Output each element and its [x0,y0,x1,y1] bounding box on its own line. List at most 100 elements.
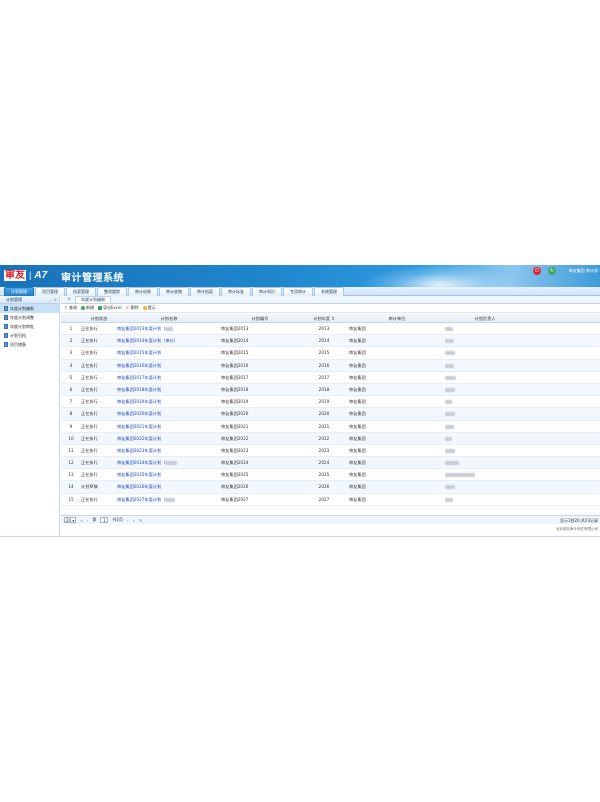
sidebar-item-0[interactable]: 年度计划编制 [0,304,59,313]
cell-plan-name: 审友集团2019年度计划 [117,396,221,407]
cell-index: 9 [61,421,81,432]
add-icon [81,306,85,310]
cell-plan-year-text: 2020 [318,411,330,417]
cell-plan-name-text[interactable]: 审友集团2027年度计划（ [117,497,165,502]
toolbar-button-0[interactable]: ⚲ 查询 [64,305,77,311]
menu-item-9[interactable]: 专项审计 [283,287,313,296]
sidebar-item-label: 年度计划编制 [10,305,34,311]
menu-item-6[interactable]: 审计档案 [190,287,220,296]
table-row[interactable]: 2 正在执行 审友集团2014年度计划（审计） 审友集团2014 2014 审友集团 [61,335,600,348]
cell-plan-year-text: 2025 [318,472,330,478]
last-page-button[interactable]: » [133,518,135,523]
column-header[interactable]: 审计单位 [349,314,445,322]
refresh-icon[interactable]: ↻ [139,518,142,523]
toolbar-button-2[interactable]: 导出Excel [98,305,122,311]
column-header[interactable]: 计划负责人 [445,314,525,322]
cell-plan-code-text: 审友集团2026 [221,484,249,490]
cell-plan-year-text: 2024 [318,460,330,466]
cell-plan-name-text[interactable]: 审友集团2025年度计划 [117,472,161,477]
cell-plan-name-text[interactable]: 审友集团2017年度计划 [117,375,161,380]
column-header[interactable]: 计划编号 [221,314,299,322]
cell-filler [525,335,600,346]
next-page-button[interactable]: › [127,518,129,523]
cell-plan-name: 审友集团2021年度计划 [117,421,221,432]
toolbar-button-1[interactable]: 新增 [81,305,94,311]
column-header[interactable]: 计划名称 [117,314,221,322]
cell-index: 8 [61,408,81,419]
cell-plan-year-text: 2016 [318,362,330,368]
table-row[interactable]: 10 正在执行 审友集团2022年度计划 审友集团2022 2022 审友集团 [61,432,600,445]
cell-plan-name-text[interactable]: 审友集团2015年度计划 [117,350,161,355]
menu-item-4[interactable]: 审计成果 [128,287,158,296]
first-page-button[interactable]: « [80,518,82,523]
sidebar-item-2[interactable]: 年度计划审批 [0,322,59,331]
cell-audit-unit-text: 审友集团 [349,338,366,344]
cell-plan-leader [445,335,525,346]
page-number-input[interactable]: 1 [100,517,109,523]
cell-plan-name-text[interactable]: 审友集团2021年度计划 [117,424,161,429]
table-row[interactable]: 4 正在执行 审友集团2016年度计划 审友集团2016 2016 审友集团 [61,359,600,372]
menu-item-0[interactable]: 计划管理 [4,287,34,296]
cell-index-text: 11 [68,447,74,453]
cell-plan-name-text[interactable]: 审友集团2013年度计划（ [117,326,165,331]
table-row[interactable]: 11 正在执行 审友集团2023年度计划 审友集团2023 2023 审友集团 [61,445,600,458]
cell-plan-name-text[interactable]: 审友集团2016年度计划 [117,363,161,368]
cell-audit-unit-text: 审友集团 [349,411,366,417]
refresh-icon[interactable]: ↻ [548,267,556,275]
table-row[interactable]: 1 正在执行 审友集团2013年度计划（ 审友集团2013 2013 审友集团 [61,323,600,336]
table-row[interactable]: 12 正在执行 审友集团2024年度计划（ 审友集团2024 2024 审友集团 [61,457,600,470]
cell-index-text: 2 [69,338,73,344]
table-row[interactable]: 6 正在执行 审友集团2018年度计划 审友集团2018 2018 审友集团 [61,383,600,397]
table-row[interactable]: 15 正在执行 审友集团2027年度计划（ 审友集团2027 2027 审友集团 [61,494,600,506]
toolbar-button-4[interactable]: 提示 [142,305,156,311]
page-size-select[interactable]: 20 ▾ [64,517,77,523]
cell-plan-name-text[interactable]: 审友集团2014年度计划（审计） [117,338,178,343]
power-icon[interactable]: ⏻ [533,267,541,275]
prev-page-button[interactable]: ‹ [87,518,89,523]
cell-plan-year: 2022 [299,433,349,444]
table-row[interactable]: 3 正在执行 审友集团2015年度计划 审友集团2015 2015 审友集团 [61,347,600,360]
cell-status: 正在执行 [81,384,117,395]
home-icon[interactable]: ⌂ [65,296,73,303]
column-header[interactable]: 计划状态 [81,314,117,322]
document-icon [4,306,8,311]
cell-plan-name-text[interactable]: 审友集团2023年度计划 [117,448,161,453]
sidebar-item-4[interactable]: 项目储备 [0,340,59,349]
redacted-text [445,375,456,380]
menu-item-8[interactable]: 审计知识 [252,287,282,296]
column-header[interactable]: 计划年度 ↕ [299,314,349,322]
cell-status: 正在执行 [81,469,117,480]
menu-item-2[interactable]: 档案管理 [66,287,96,296]
menu-item-1[interactable]: 项目管理 [35,287,65,296]
table-row[interactable]: 7 正在执行 审友集团2019年度计划 审友集团2019 2019 审友集团 [61,396,600,409]
cell-plan-year-text: 2022 [318,435,330,441]
table-row[interactable]: 8 正在执行 审友集团2020年度计划 审友集团2020 2020 审友集团 [61,408,600,421]
cell-plan-name-text[interactable]: 审友集团2019年度计划 [117,399,161,404]
cell-plan-leader [445,421,525,432]
tab-annual-plan[interactable]: 年度计划编制 [75,296,111,303]
menu-item-5[interactable]: 审计底稿 [159,287,189,296]
cell-plan-name-text[interactable]: 审友集团2024年度计划（ [117,460,165,465]
cell-plan-name-text[interactable]: 审友集团2026年度计划 [117,484,161,489]
cell-audit-unit-text: 审友集团 [349,484,366,490]
column-header-index [61,314,81,322]
menu-item-3[interactable]: 整改跟踪 [97,287,127,296]
menu-item-7[interactable]: 审计标准 [221,287,251,296]
sidebar-item-1[interactable]: 年度计划调整 [0,313,59,322]
sidebar-item-3[interactable]: 计划归档 [0,331,59,340]
table-row[interactable]: 5 正在执行 审友集团2017年度计划 审友集团2017 2017 审友集团 [61,372,600,384]
table-row[interactable]: 14 计划草稿 审友集团2026年度计划 审友集团2026 2026 审友集团 [61,481,600,494]
redacted-text [165,461,178,466]
menu-item-10[interactable]: 系统管理 [314,287,344,296]
toolbar-button-3[interactable]: ✕ 删除 [126,305,139,311]
cell-plan-name-text[interactable]: 审友集团2020年度计划 [117,411,161,416]
table-row[interactable]: 13 正在执行 审友集团2025年度计划 审友集团2025 2025 审友集团 [61,469,600,482]
cell-plan-name-text[interactable]: 审友集团2022年度计划 [117,436,161,441]
cell-status: 正在执行 [81,408,117,419]
cell-index: 12 [61,457,81,468]
cell-plan-name-text[interactable]: 审友集团2018年度计划 [117,387,161,392]
table-row[interactable]: 9 正在执行 审友集团2021年度计划 审友集团2021 2021 审友集团 [61,421,600,433]
cell-audit-unit-text: 审友集团 [349,362,366,368]
cell-audit-unit: 审友集团 [349,323,445,334]
close-icon[interactable]: × [54,296,57,304]
